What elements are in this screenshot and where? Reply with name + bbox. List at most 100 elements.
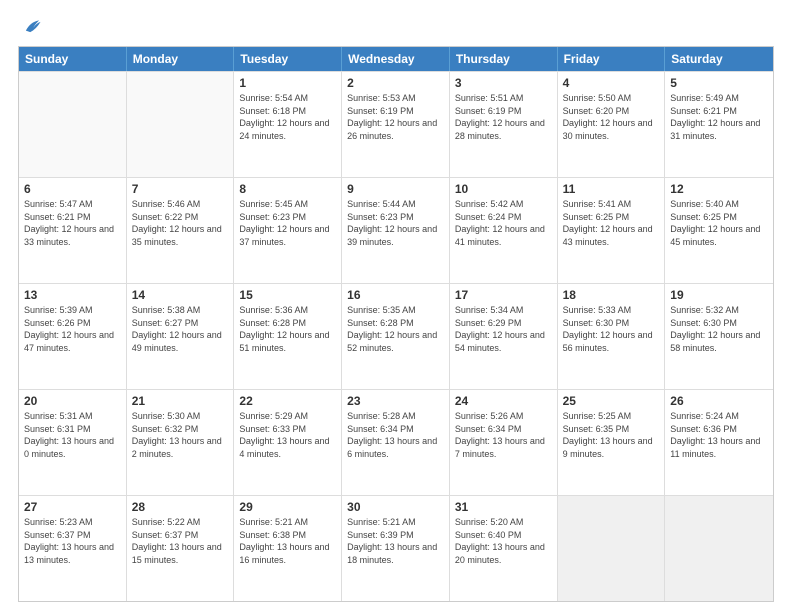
calendar-cell: 12 Sunrise: 5:40 AM Sunset: 6:25 PM Dayli… xyxy=(665,178,773,283)
calendar-cell: 10 Sunrise: 5:42 AM Sunset: 6:24 PM Dayli… xyxy=(450,178,558,283)
day-info: Sunrise: 5:53 AM Sunset: 6:19 PM Dayligh… xyxy=(347,92,444,142)
calendar-cell: 15 Sunrise: 5:36 AM Sunset: 6:28 PM Dayli… xyxy=(234,284,342,389)
day-number: 13 xyxy=(24,288,121,302)
day-number: 28 xyxy=(132,500,229,514)
day-number: 26 xyxy=(670,394,768,408)
calendar-row: 6 Sunrise: 5:47 AM Sunset: 6:21 PM Daylig… xyxy=(19,177,773,283)
day-info: Sunrise: 5:47 AM Sunset: 6:21 PM Dayligh… xyxy=(24,198,121,248)
calendar-cell: 1 Sunrise: 5:54 AM Sunset: 6:18 PM Daylig… xyxy=(234,72,342,177)
calendar-cell: 2 Sunrise: 5:53 AM Sunset: 6:19 PM Daylig… xyxy=(342,72,450,177)
day-info: Sunrise: 5:49 AM Sunset: 6:21 PM Dayligh… xyxy=(670,92,768,142)
day-number: 25 xyxy=(563,394,660,408)
day-number: 14 xyxy=(132,288,229,302)
calendar-cell: 21 Sunrise: 5:30 AM Sunset: 6:32 PM Dayli… xyxy=(127,390,235,495)
day-info: Sunrise: 5:41 AM Sunset: 6:25 PM Dayligh… xyxy=(563,198,660,248)
day-info: Sunrise: 5:39 AM Sunset: 6:26 PM Dayligh… xyxy=(24,304,121,354)
calendar-cell: 19 Sunrise: 5:32 AM Sunset: 6:30 PM Dayli… xyxy=(665,284,773,389)
day-number: 8 xyxy=(239,182,336,196)
calendar-cell: 8Sunrise: 5:45 AM Sunset: 6:23 PM Daylig… xyxy=(234,178,342,283)
day-number: 12 xyxy=(670,182,768,196)
day-info: Sunrise: 5:35 AM Sunset: 6:28 PM Dayligh… xyxy=(347,304,444,354)
day-number: 31 xyxy=(455,500,552,514)
calendar-cell: 13 Sunrise: 5:39 AM Sunset: 6:26 PM Dayli… xyxy=(19,284,127,389)
day-info: Sunrise: 5:50 AM Sunset: 6:20 PM Dayligh… xyxy=(563,92,660,142)
calendar-header-cell: Thursday xyxy=(450,47,558,71)
day-number: 11 xyxy=(563,182,660,196)
calendar-cell: 3 Sunrise: 5:51 AM Sunset: 6:19 PM Daylig… xyxy=(450,72,558,177)
calendar-header-cell: Saturday xyxy=(665,47,773,71)
day-info: Sunrise: 5:30 AM Sunset: 6:32 PM Dayligh… xyxy=(132,410,229,460)
calendar-cell: 6 Sunrise: 5:47 AM Sunset: 6:21 PM Daylig… xyxy=(19,178,127,283)
calendar-cell: 7 Sunrise: 5:46 AM Sunset: 6:22 PM Daylig… xyxy=(127,178,235,283)
day-info: Sunrise: 5:40 AM Sunset: 6:25 PM Dayligh… xyxy=(670,198,768,248)
day-info: Sunrise: 5:38 AM Sunset: 6:27 PM Dayligh… xyxy=(132,304,229,354)
day-number: 22 xyxy=(239,394,336,408)
day-number: 24 xyxy=(455,394,552,408)
calendar-cell: 20 Sunrise: 5:31 AM Sunset: 6:31 PM Dayli… xyxy=(19,390,127,495)
calendar-cell: 28 Sunrise: 5:22 AM Sunset: 6:37 PM Dayli… xyxy=(127,496,235,601)
calendar: SundayMondayTuesdayWednesdayThursdayFrid… xyxy=(18,46,774,602)
day-info: Sunrise: 5:32 AM Sunset: 6:30 PM Dayligh… xyxy=(670,304,768,354)
calendar-cell: 22Sunrise: 5:29 AM Sunset: 6:33 PM Dayli… xyxy=(234,390,342,495)
calendar-cell: 31Sunrise: 5:20 AM Sunset: 6:40 PM Dayli… xyxy=(450,496,558,601)
day-info: Sunrise: 5:33 AM Sunset: 6:30 PM Dayligh… xyxy=(563,304,660,354)
calendar-cell: 4 Sunrise: 5:50 AM Sunset: 6:20 PM Daylig… xyxy=(558,72,666,177)
calendar-row: 13 Sunrise: 5:39 AM Sunset: 6:26 PM Dayli… xyxy=(19,283,773,389)
day-info: Sunrise: 5:44 AM Sunset: 6:23 PM Dayligh… xyxy=(347,198,444,248)
calendar-header-cell: Wednesday xyxy=(342,47,450,71)
calendar-cell: 26Sunrise: 5:24 AM Sunset: 6:36 PM Dayli… xyxy=(665,390,773,495)
calendar-header-row: SundayMondayTuesdayWednesdayThursdayFrid… xyxy=(19,47,773,71)
calendar-cell: 27Sunrise: 5:23 AM Sunset: 6:37 PM Dayli… xyxy=(19,496,127,601)
calendar-header-cell: Friday xyxy=(558,47,666,71)
calendar-cell: 17 Sunrise: 5:34 AM Sunset: 6:29 PM Dayli… xyxy=(450,284,558,389)
logo-text xyxy=(18,16,42,38)
day-number: 21 xyxy=(132,394,229,408)
day-number: 18 xyxy=(563,288,660,302)
day-number: 5 xyxy=(670,76,768,90)
calendar-cell: 30Sunrise: 5:21 AM Sunset: 6:39 PM Dayli… xyxy=(342,496,450,601)
day-number: 20 xyxy=(24,394,121,408)
calendar-cell xyxy=(19,72,127,177)
day-info: Sunrise: 5:51 AM Sunset: 6:19 PM Dayligh… xyxy=(455,92,552,142)
day-number: 6 xyxy=(24,182,121,196)
day-number: 19 xyxy=(670,288,768,302)
day-info: Sunrise: 5:25 AM Sunset: 6:35 PM Dayligh… xyxy=(563,410,660,460)
day-number: 7 xyxy=(132,182,229,196)
day-info: Sunrise: 5:28 AM Sunset: 6:34 PM Dayligh… xyxy=(347,410,444,460)
day-info: Sunrise: 5:42 AM Sunset: 6:24 PM Dayligh… xyxy=(455,198,552,248)
calendar-header-cell: Sunday xyxy=(19,47,127,71)
day-number: 29 xyxy=(239,500,336,514)
calendar-cell: 24 Sunrise: 5:26 AM Sunset: 6:34 PM Dayli… xyxy=(450,390,558,495)
calendar-row: 20 Sunrise: 5:31 AM Sunset: 6:31 PM Dayli… xyxy=(19,389,773,495)
calendar-cell xyxy=(665,496,773,601)
day-number: 1 xyxy=(239,76,336,90)
day-number: 4 xyxy=(563,76,660,90)
day-info: Sunrise: 5:22 AM Sunset: 6:37 PM Dayligh… xyxy=(132,516,229,566)
day-info: Sunrise: 5:46 AM Sunset: 6:22 PM Dayligh… xyxy=(132,198,229,248)
day-number: 15 xyxy=(239,288,336,302)
calendar-cell: 9 Sunrise: 5:44 AM Sunset: 6:23 PM Daylig… xyxy=(342,178,450,283)
day-number: 9 xyxy=(347,182,444,196)
day-number: 10 xyxy=(455,182,552,196)
calendar-row: 27Sunrise: 5:23 AM Sunset: 6:37 PM Dayli… xyxy=(19,495,773,601)
day-number: 2 xyxy=(347,76,444,90)
day-info: Sunrise: 5:34 AM Sunset: 6:29 PM Dayligh… xyxy=(455,304,552,354)
day-number: 23 xyxy=(347,394,444,408)
day-info: Sunrise: 5:26 AM Sunset: 6:34 PM Dayligh… xyxy=(455,410,552,460)
calendar-cell: 14 Sunrise: 5:38 AM Sunset: 6:27 PM Dayli… xyxy=(127,284,235,389)
day-info: Sunrise: 5:36 AM Sunset: 6:28 PM Dayligh… xyxy=(239,304,336,354)
day-info: Sunrise: 5:31 AM Sunset: 6:31 PM Dayligh… xyxy=(24,410,121,460)
day-info: Sunrise: 5:21 AM Sunset: 6:38 PM Dayligh… xyxy=(239,516,336,566)
day-number: 3 xyxy=(455,76,552,90)
calendar-cell xyxy=(558,496,666,601)
calendar-cell xyxy=(127,72,235,177)
day-number: 30 xyxy=(347,500,444,514)
day-info: Sunrise: 5:54 AM Sunset: 6:18 PM Dayligh… xyxy=(239,92,336,142)
calendar-header-cell: Monday xyxy=(127,47,235,71)
calendar-cell: 5 Sunrise: 5:49 AM Sunset: 6:21 PM Daylig… xyxy=(665,72,773,177)
day-number: 17 xyxy=(455,288,552,302)
calendar-header-cell: Tuesday xyxy=(234,47,342,71)
page: SundayMondayTuesdayWednesdayThursdayFrid… xyxy=(0,0,792,612)
calendar-cell: 18 Sunrise: 5:33 AM Sunset: 6:30 PM Dayli… xyxy=(558,284,666,389)
day-number: 16 xyxy=(347,288,444,302)
